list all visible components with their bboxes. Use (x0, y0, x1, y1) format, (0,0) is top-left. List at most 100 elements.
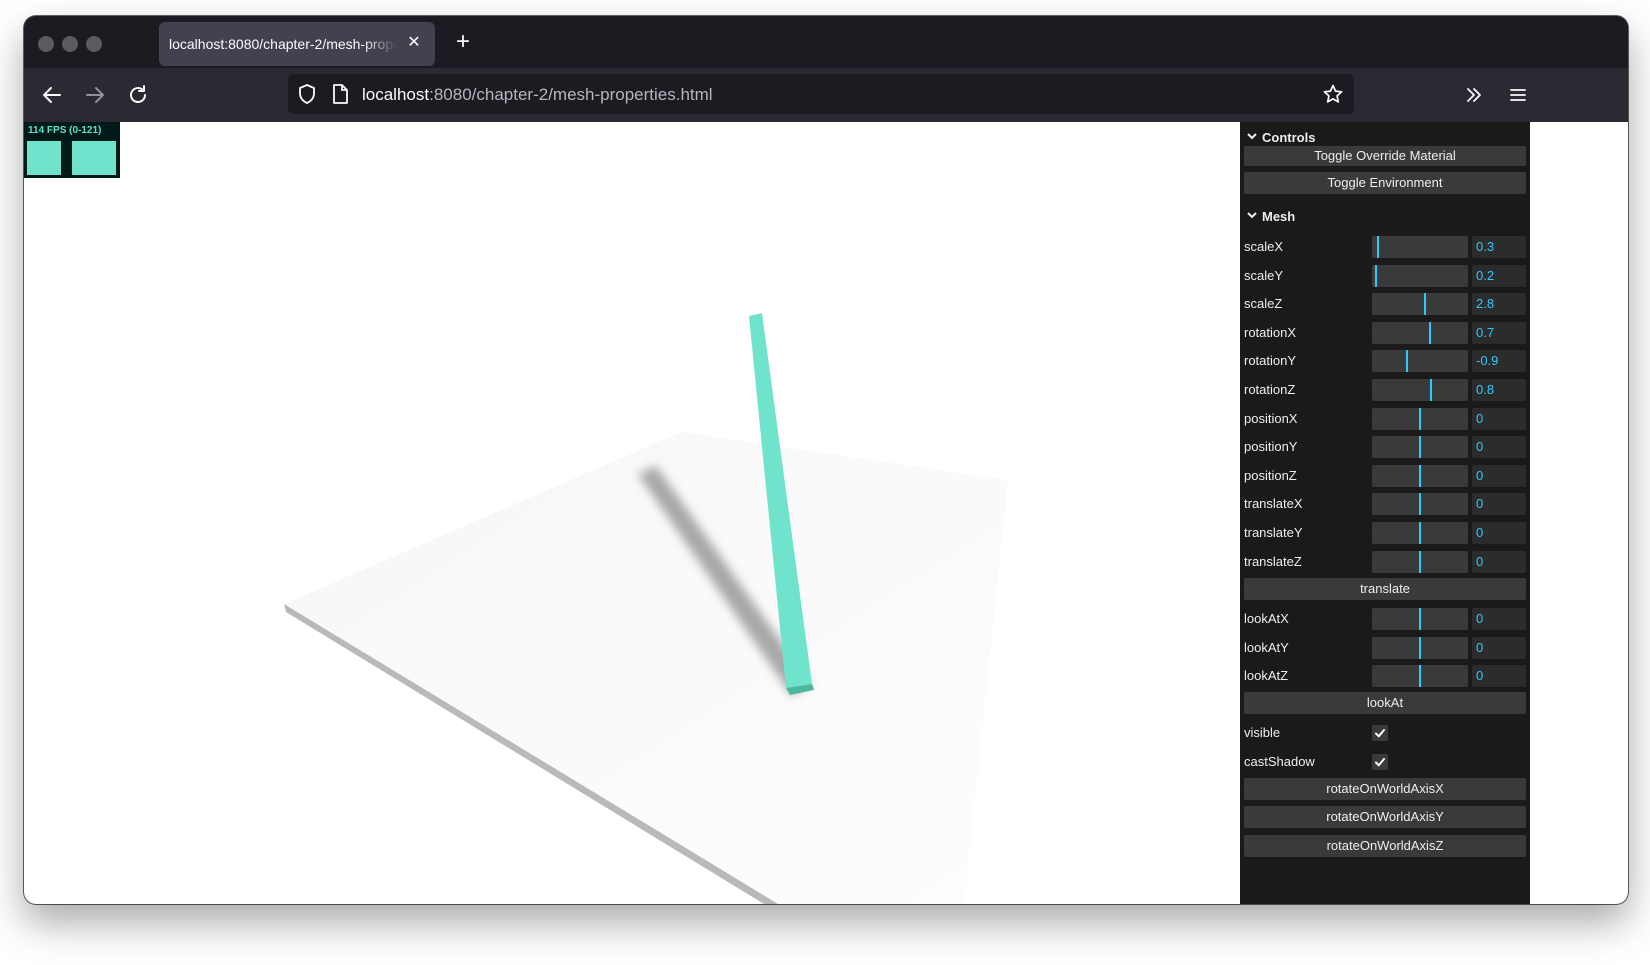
slider-thumb[interactable] (1423, 293, 1426, 316)
app-menu-button[interactable] (1504, 81, 1532, 109)
lookAtX-slider[interactable] (1372, 608, 1468, 630)
rotationY-input[interactable]: -0.9 (1472, 350, 1526, 373)
slider-row-lookAtX: lookAtX 0 (1240, 606, 1530, 632)
reload-button[interactable] (124, 81, 152, 109)
slider-thumb[interactable] (1419, 407, 1421, 430)
checkbox-row-visible: visible (1240, 720, 1530, 746)
slider-row-rotationZ: rotationZ 0.8 (1240, 377, 1530, 403)
minimize-window-dot[interactable] (62, 36, 78, 52)
scaleZ-input[interactable]: 2.8 (1472, 293, 1526, 316)
slider-thumb[interactable] (1419, 464, 1421, 487)
slider-thumb[interactable] (1374, 264, 1377, 287)
positionX-slider[interactable] (1372, 407, 1468, 430)
rotationY-slider[interactable] (1372, 350, 1468, 373)
visible-checkbox[interactable] (1372, 725, 1388, 741)
tab-title: localhost:8080/chapter-2/mesh-properties… (169, 36, 397, 52)
slider-thumb[interactable] (1419, 522, 1421, 544)
translateZ-slider[interactable] (1372, 550, 1468, 573)
forward-button[interactable] (81, 81, 109, 109)
url-path: :8080/chapter-2/mesh-properties.html (429, 85, 713, 104)
overflow-button[interactable] (1460, 81, 1488, 109)
lookAtZ-slider[interactable] (1372, 665, 1468, 688)
slider-row-rotationY: rotationY -0.9 (1240, 348, 1530, 374)
tab-close-icon[interactable]: ✕ (403, 32, 425, 54)
slider-thumb[interactable] (1419, 550, 1421, 573)
slider-row-lookAtZ: lookAtZ 0 (1240, 663, 1530, 689)
slider-label: scaleZ (1244, 296, 1283, 312)
chevron-down-icon (1247, 133, 1257, 140)
rotationX-input[interactable]: 0.7 (1472, 321, 1526, 344)
translateY-slider[interactable] (1372, 522, 1468, 544)
fps-stats-panel[interactable]: 114 FPS (0-121) (24, 122, 120, 178)
back-button[interactable] (38, 81, 66, 109)
tab-mesh-properties[interactable]: localhost:8080/chapter-2/mesh-properties… (159, 22, 435, 66)
slider-label: lookAtX (1244, 611, 1289, 626)
toggle-environment-button[interactable]: Toggle Environment (1244, 172, 1526, 194)
scaleX-slider[interactable] (1372, 236, 1468, 258)
zoom-window-dot[interactable] (86, 36, 102, 52)
slider-label: rotationX (1244, 324, 1297, 340)
slider-thumb[interactable] (1376, 236, 1379, 258)
positionY-slider[interactable] (1372, 436, 1468, 459)
slider-row-positionX: positionX 0 (1240, 406, 1530, 432)
slider-thumb[interactable] (1419, 665, 1421, 688)
slider-row-lookAtY: lookAtY 0 (1240, 635, 1530, 661)
lookAtX-input[interactable]: 0 (1472, 608, 1526, 630)
rotate-world-axis-z-button[interactable]: rotateOnWorldAxisZ (1244, 835, 1526, 857)
fps-graph-bar (27, 141, 61, 175)
url-host: localhost (362, 85, 430, 104)
positionX-input[interactable]: 0 (1472, 407, 1526, 430)
scaleY-input[interactable]: 0.2 (1472, 264, 1526, 287)
lookat-button[interactable]: lookAt (1244, 692, 1526, 714)
back-arrow-icon (43, 87, 61, 103)
mesh-folder-title[interactable]: Mesh (1240, 203, 1530, 229)
translateX-input[interactable]: 0 (1472, 493, 1526, 516)
rotationX-slider[interactable] (1372, 321, 1468, 344)
star-icon[interactable] (1322, 83, 1344, 105)
rotate-world-axis-x-button[interactable]: rotateOnWorldAxisX (1244, 778, 1526, 800)
slider-label: translateZ (1244, 553, 1302, 569)
slider-thumb[interactable] (1430, 379, 1433, 401)
rotationZ-slider[interactable] (1372, 379, 1468, 401)
slider-row-positionY: positionY 0 (1240, 434, 1530, 460)
slider-row-scaleX: scaleX 0.3 (1240, 234, 1530, 260)
translateX-slider[interactable] (1372, 493, 1468, 516)
url-bar[interactable]: localhost:8080/chapter-2/mesh-properties… (288, 74, 1354, 114)
page-icon[interactable] (330, 83, 350, 105)
mesh-title: Mesh (1262, 208, 1296, 224)
slider-thumb[interactable] (1419, 493, 1421, 516)
lookAtY-slider[interactable] (1372, 636, 1468, 659)
slider-label: rotationZ (1244, 382, 1296, 397)
scaleZ-slider[interactable] (1372, 293, 1468, 316)
slider-thumb[interactable] (1419, 436, 1421, 459)
close-window-dot[interactable] (38, 36, 54, 52)
translateZ-input[interactable]: 0 (1472, 550, 1526, 573)
slider-thumb[interactable] (1405, 350, 1408, 373)
checkmark-icon (1375, 757, 1385, 766)
slider-row-rotationX: rotationX 0.7 (1240, 320, 1530, 346)
slider-label: positionX (1244, 410, 1298, 426)
positionZ-slider[interactable] (1372, 464, 1468, 487)
controls-title: Controls (1262, 129, 1316, 145)
toggle-override-material-button[interactable]: Toggle Override Material (1244, 146, 1526, 166)
scaleY-slider[interactable] (1372, 264, 1468, 287)
slider-thumb[interactable] (1429, 321, 1432, 344)
slider-thumb[interactable] (1419, 636, 1421, 659)
chevron-down-icon (1247, 212, 1257, 219)
positionZ-input[interactable]: 0 (1472, 464, 1526, 487)
rotate-world-axis-y-button[interactable]: rotateOnWorldAxisY (1244, 806, 1526, 828)
webgl-canvas[interactable] (24, 122, 1240, 904)
url-text[interactable]: localhost:8080/chapter-2/mesh-properties… (362, 85, 713, 105)
scaleX-input[interactable]: 0.3 (1472, 236, 1526, 258)
rotationZ-input[interactable]: 0.8 (1472, 379, 1526, 401)
positionY-input[interactable]: 0 (1472, 436, 1526, 459)
shield-icon[interactable] (296, 83, 318, 105)
new-tab-button[interactable]: + (450, 30, 476, 56)
lookAtY-input[interactable]: 0 (1472, 636, 1526, 659)
translateY-input[interactable]: 0 (1472, 522, 1526, 544)
castShadow-checkbox[interactable] (1372, 753, 1388, 770)
lookAtZ-input[interactable]: 0 (1472, 665, 1526, 688)
slider-label: rotationY (1244, 353, 1297, 369)
slider-thumb[interactable] (1419, 608, 1421, 630)
translate-button[interactable]: translate (1244, 578, 1526, 600)
